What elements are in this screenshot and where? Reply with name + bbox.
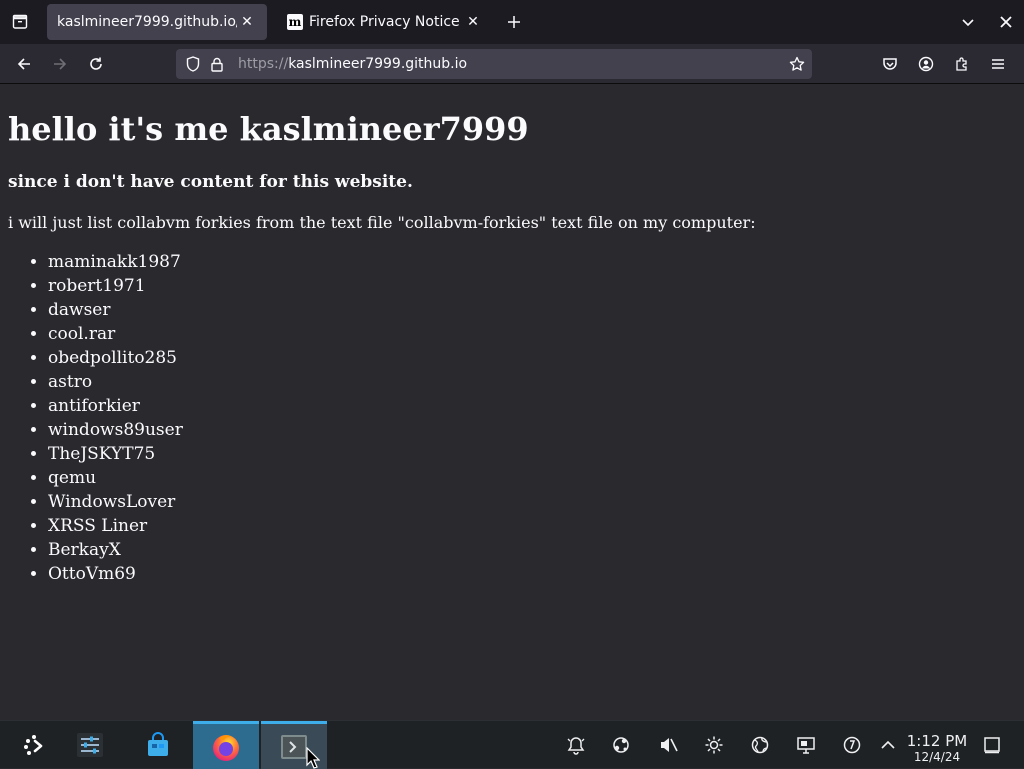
page-heading: hello it's me kaslmineer7999 [8, 110, 529, 148]
account-button[interactable] [908, 50, 944, 78]
url-host: kaslmineer7999.github.io [288, 56, 468, 72]
address-bar[interactable]: https://kaslmineer7999.github.io [176, 49, 812, 79]
pocket-icon [883, 58, 897, 70]
page-subheading: since i don't have content for this webs… [8, 172, 413, 192]
forkies-list: maminakk1987 robert1971 dawser cool.rar … [8, 250, 1016, 586]
extensions-button[interactable] [944, 50, 980, 78]
list-item: cool.rar [48, 322, 1016, 346]
show-desktop-icon[interactable] [980, 733, 1004, 757]
app-menu-button[interactable] [980, 50, 1016, 78]
list-item: antiforkier [48, 394, 1016, 418]
clock-time: 1:12 PM [906, 732, 968, 750]
notifications-bell-icon[interactable] [564, 733, 588, 757]
chevron-down-icon [962, 19, 974, 27]
tab-title: kaslmineer7999.github.io/ [57, 14, 237, 30]
firefox-icon [213, 734, 239, 761]
close-tab-icon[interactable]: ✕ [463, 12, 483, 32]
launcher-icon [24, 735, 43, 755]
kde-connect-icon[interactable] [609, 733, 633, 757]
reload-button[interactable] [82, 50, 110, 78]
intro-text: i will just list collabvm forkies from t… [8, 213, 756, 232]
clock-date: 12/4/24 [913, 750, 961, 764]
wired-network-icon[interactable] [794, 733, 818, 757]
list-item: robert1971 [48, 274, 1016, 298]
system-settings-button[interactable] [70, 721, 110, 769]
network-globe-icon[interactable] [748, 733, 772, 757]
application-launcher-button[interactable] [14, 721, 54, 769]
taskbar-firefox[interactable] [193, 721, 259, 769]
list-item: windows89user [48, 418, 1016, 442]
volume-muted-icon[interactable] [656, 733, 680, 757]
list-item: obedpollito285 [48, 346, 1016, 370]
hamburger-menu-icon [992, 59, 1004, 69]
plus-icon [508, 16, 520, 28]
settings-sliders-icon [77, 733, 103, 757]
tab-kaslmineer[interactable]: kaslmineer7999.github.io/ ✕ [47, 4, 267, 40]
page-content: hello it's me kaslmineer7999 since i don… [0, 84, 1024, 720]
list-item: TheJSKYT75 [48, 442, 1016, 466]
puzzle-icon [956, 57, 967, 71]
discover-store-button[interactable] [140, 721, 176, 769]
firefox-view-icon [12, 14, 28, 30]
list-item: astro [48, 370, 1016, 394]
list-item: dawser [48, 298, 1016, 322]
close-tab-icon[interactable]: ✕ [237, 12, 257, 32]
tab-title: Firefox Privacy Notice — [309, 14, 463, 30]
forward-button[interactable] [46, 50, 74, 78]
arrow-left-icon [17, 58, 30, 70]
tab-strip: kaslmineer7999.github.io/ ✕ m Firefox Pr… [0, 0, 1024, 44]
list-item: BerkayX [48, 538, 1016, 562]
bookmark-star-icon[interactable] [782, 56, 812, 72]
back-button[interactable] [10, 50, 38, 78]
tab-list-button[interactable] [0, 0, 40, 44]
arrow-right-icon [54, 58, 67, 70]
tracking-protection-shield-icon[interactable] [182, 53, 204, 75]
account-icon [918, 56, 934, 72]
chevron-up-icon[interactable] [876, 733, 900, 757]
terminal-icon [281, 734, 307, 759]
list-item: WindowsLover [48, 490, 1016, 514]
lock-icon[interactable] [206, 53, 228, 75]
list-item: XRSS Liner [48, 514, 1016, 538]
tab-firefox-privacy[interactable]: m Firefox Privacy Notice — ✕ [277, 4, 493, 40]
list-all-tabs-button[interactable] [948, 0, 988, 44]
list-item: OttoVm69 [48, 562, 1016, 586]
navigation-toolbar: https://kaslmineer7999.github.io [0, 44, 1024, 84]
new-tab-button[interactable] [502, 10, 526, 34]
url-scheme: https:// [238, 56, 289, 72]
pocket-button[interactable] [872, 50, 908, 78]
clock-timer-icon[interactable] [840, 733, 864, 757]
shopping-bag-icon [148, 732, 168, 756]
mozilla-favicon-icon: m [287, 14, 303, 30]
mouse-cursor-icon [306, 747, 320, 769]
close-icon [1000, 16, 1012, 28]
reload-icon [90, 57, 102, 70]
url-text[interactable]: https://kaslmineer7999.github.io [238, 56, 782, 72]
taskbar [0, 720, 1024, 769]
digital-clock[interactable]: 1:12 PM 12/4/24 [904, 732, 970, 764]
list-item: maminakk1987 [48, 250, 1016, 274]
brightness-icon[interactable] [702, 733, 726, 757]
close-window-button[interactable] [988, 0, 1024, 44]
list-item: qemu [48, 466, 1016, 490]
